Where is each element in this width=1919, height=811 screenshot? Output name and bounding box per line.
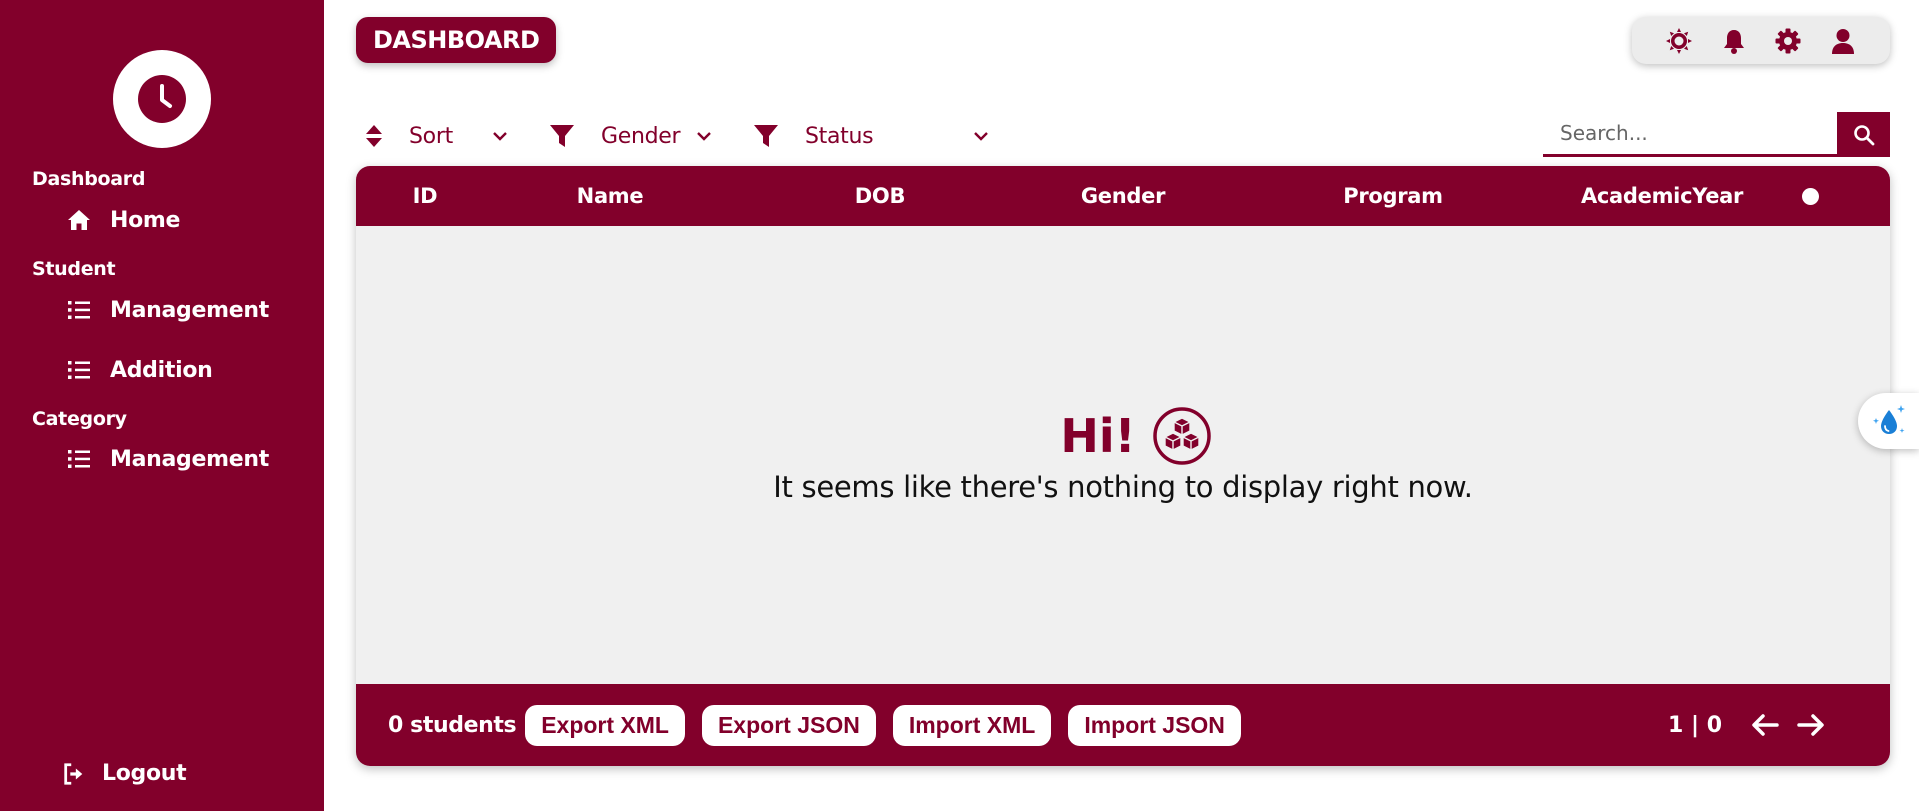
previous-page-button[interactable] (1748, 708, 1782, 742)
sidebar-item-student-addition[interactable]: Addition (66, 357, 213, 383)
logout-label: Logout (102, 761, 187, 786)
search-input[interactable] (1543, 112, 1837, 157)
sidebar-item-home[interactable]: Home (66, 207, 180, 233)
app-logo (113, 50, 211, 148)
status-filter-label: Status (805, 123, 874, 149)
bell-icon (1723, 29, 1744, 54)
column-header-gender[interactable]: Gender (1081, 184, 1166, 208)
student-count: 0 students (388, 712, 517, 738)
arrow-left-icon (1752, 714, 1779, 736)
home-icon (68, 210, 90, 230)
clock-icon (138, 75, 186, 123)
next-page-button[interactable] (1794, 708, 1828, 742)
sidebar-item-label: Home (110, 207, 181, 233)
column-header-academic-year[interactable]: AcademicYear (1581, 184, 1743, 208)
empty-state-greeting: Hi! (1060, 409, 1136, 463)
export-xml-button[interactable]: Export XML (525, 704, 685, 746)
column-header-program[interactable]: Program (1343, 184, 1443, 208)
section-label-dashboard: Dashboard (32, 168, 146, 190)
list-icon (68, 450, 90, 468)
sidebar-item-label: Management (110, 297, 269, 323)
section-label-category: Category (32, 408, 127, 430)
theme-toggle-button[interactable] (1664, 26, 1694, 56)
sidebar-item-label: Management (110, 446, 269, 472)
table-header: ID Name DOB Gender Program AcademicYear (356, 166, 1890, 226)
sidebar-item-label: Addition (110, 357, 213, 383)
column-header-dob[interactable]: DOB (855, 184, 906, 208)
empty-state-title: Hi! (1060, 406, 1211, 466)
page-title: DASHBOARD (356, 17, 557, 63)
sun-icon (1666, 27, 1693, 54)
profile-button[interactable] (1828, 26, 1858, 56)
column-header-id[interactable]: ID (413, 184, 438, 208)
list-icon (68, 361, 90, 379)
gender-filter-dropdown[interactable]: Gender (549, 118, 711, 154)
chevron-down-icon (493, 132, 507, 141)
notifications-button[interactable] (1719, 26, 1749, 56)
pagination: 1 | 0 (1668, 708, 1828, 742)
list-icon (68, 301, 90, 319)
search-bar (1543, 112, 1890, 157)
settings-button[interactable] (1773, 26, 1803, 56)
logout-button[interactable]: Logout (62, 761, 187, 786)
filter-icon (754, 125, 778, 147)
search-icon (1853, 124, 1874, 145)
sidebar-item-category-management[interactable]: Management (66, 446, 269, 472)
chevron-down-icon (974, 132, 988, 141)
column-header-name[interactable]: Name (577, 184, 644, 208)
status-filter-dropdown[interactable]: Status (753, 118, 993, 154)
page-indicator: 1 | 0 (1668, 712, 1722, 738)
sidebar-item-student-management[interactable]: Management (66, 297, 269, 323)
empty-state: Hi! It seems like there's nothing to dis… (356, 226, 1890, 684)
table-footer: 0 students Export XML Export JSON Import… (356, 684, 1890, 766)
floating-assistant-button[interactable] (1858, 393, 1919, 449)
empty-state-message: It seems like there's nothing to display… (773, 470, 1473, 504)
sort-label: Sort (409, 123, 453, 149)
export-json-button[interactable]: Export JSON (701, 704, 876, 746)
header-toolbar (1632, 17, 1890, 64)
arrow-right-icon (1797, 714, 1824, 736)
students-table: ID Name DOB Gender Program AcademicYear … (356, 166, 1890, 766)
cubes-icon (1152, 407, 1211, 465)
water-drop-sparkle-icon (1873, 405, 1905, 434)
import-xml-button[interactable]: Import XML (892, 704, 1052, 746)
import-json-button[interactable]: Import JSON (1068, 704, 1241, 746)
sidebar: Dashboard Home Student Management Additi… (0, 0, 324, 811)
filter-icon (550, 125, 574, 147)
section-label-student: Student (32, 258, 116, 280)
sort-icon (366, 125, 382, 147)
logout-icon (64, 762, 83, 785)
chevron-down-icon (697, 132, 711, 141)
search-button[interactable] (1837, 112, 1890, 157)
select-all-indicator[interactable] (1802, 188, 1819, 205)
sort-dropdown[interactable]: Sort (361, 118, 507, 154)
gear-icon (1775, 28, 1801, 53)
gender-filter-label: Gender (601, 123, 681, 149)
user-icon (1831, 28, 1854, 54)
